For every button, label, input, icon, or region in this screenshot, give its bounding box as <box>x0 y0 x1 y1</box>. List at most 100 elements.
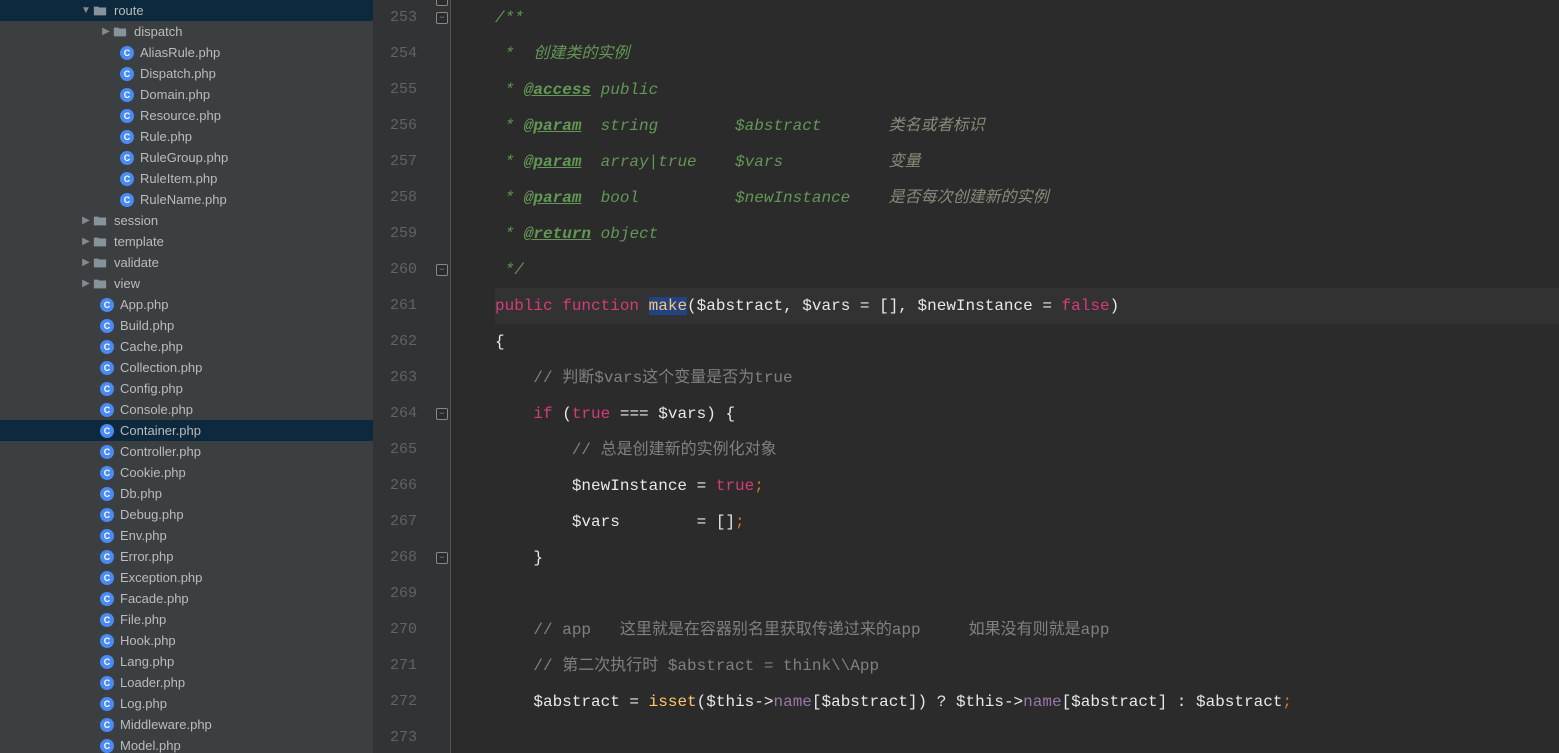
tree-file-RuleGroup.php[interactable]: CRuleGroup.php <box>0 147 373 168</box>
tree-file-Cookie.php[interactable]: CCookie.php <box>0 462 373 483</box>
code-line-253[interactable]: /** <box>495 0 1559 36</box>
tree-item-label: Error.php <box>120 549 173 564</box>
tree-file-Middleware.php[interactable]: CMiddleware.php <box>0 714 373 735</box>
line-number: 259 <box>373 216 417 252</box>
tree-item-label: Cache.php <box>120 339 183 354</box>
tree-file-Config.php[interactable]: CConfig.php <box>0 378 373 399</box>
tree-arrow-icon[interactable] <box>80 215 92 226</box>
tree-folder-view[interactable]: view <box>0 273 373 294</box>
tree-file-Resource.php[interactable]: CResource.php <box>0 105 373 126</box>
code-line-265[interactable]: // 总是创建新的实例化对象 <box>495 432 1559 468</box>
tree-file-Hook.php[interactable]: CHook.php <box>0 630 373 651</box>
code-line-264[interactable]: if (true === $vars) { <box>495 396 1559 432</box>
tree-file-Model.php[interactable]: CModel.php <box>0 735 373 753</box>
tree-item-label: Build.php <box>120 318 174 333</box>
tree-arrow-icon[interactable] <box>80 257 92 268</box>
tree-item-label: RuleName.php <box>140 192 227 207</box>
code-line-269[interactable] <box>495 576 1559 612</box>
code-line-270[interactable]: // app 这里就是在容器别名里获取传递过来的app 如果没有则就是app <box>495 612 1559 648</box>
tree-file-Lang.php[interactable]: CLang.php <box>0 651 373 672</box>
tree-item-label: validate <box>114 255 159 270</box>
tree-item-label: Facade.php <box>120 591 189 606</box>
code-area[interactable]: /** * 创建类的实例 * @access public * @param s… <box>451 0 1559 753</box>
tree-folder-route[interactable]: route <box>0 0 373 21</box>
tree-folder-validate[interactable]: validate <box>0 252 373 273</box>
code-line-268[interactable]: } <box>495 540 1559 576</box>
tree-file-Exception.php[interactable]: CException.php <box>0 567 373 588</box>
fold-marker-icon[interactable]: − <box>436 0 448 6</box>
tree-file-Controller.php[interactable]: CController.php <box>0 441 373 462</box>
tree-file-Collection.php[interactable]: CCollection.php <box>0 357 373 378</box>
line-number: 262 <box>373 324 417 360</box>
line-number: 261 <box>373 288 417 324</box>
tree-file-AliasRule.php[interactable]: CAliasRule.php <box>0 42 373 63</box>
fold-marker-icon[interactable]: − <box>436 552 448 564</box>
code-line-272[interactable]: $abstract = isset($this->name[$abstract]… <box>495 684 1559 720</box>
code-line-254[interactable]: * 创建类的实例 <box>495 36 1559 72</box>
tree-file-Facade.php[interactable]: C Facade.php <box>0 588 373 609</box>
tree-file-Env.php[interactable]: CEnv.php <box>0 525 373 546</box>
line-number: 270 <box>373 612 417 648</box>
tree-folder-session[interactable]: session <box>0 210 373 231</box>
fold-marker-icon[interactable]: − <box>436 408 448 420</box>
folder-icon <box>112 24 128 40</box>
tree-arrow-icon[interactable] <box>80 5 92 16</box>
code-line-267[interactable]: $vars = []; <box>495 504 1559 540</box>
tree-file-RuleName.php[interactable]: CRuleName.php <box>0 189 373 210</box>
code-line-262[interactable]: { <box>495 324 1559 360</box>
php-file-icon: C <box>100 592 114 606</box>
tree-folder-dispatch[interactable]: dispatch <box>0 21 373 42</box>
tree-item-label: App.php <box>120 297 168 312</box>
tree-file-Domain.php[interactable]: CDomain.php <box>0 84 373 105</box>
line-number: 254 <box>373 36 417 72</box>
line-number: 266 <box>373 468 417 504</box>
php-file-icon: C <box>100 487 114 501</box>
code-line-263[interactable]: // 判断$vars这个变量是否为true <box>495 360 1559 396</box>
tree-file-Dispatch.php[interactable]: CDispatch.php <box>0 63 373 84</box>
line-number: 256 <box>373 108 417 144</box>
project-tree-sidebar[interactable]: routedispatchCAliasRule.phpCDispatch.php… <box>0 0 373 753</box>
php-file-icon: C <box>100 424 114 438</box>
tree-arrow-icon[interactable] <box>100 26 112 37</box>
tree-file-Error.php[interactable]: CError.php <box>0 546 373 567</box>
code-line-261[interactable]: public function make($abstract, $vars = … <box>495 288 1559 324</box>
fold-marker-icon[interactable]: − <box>436 264 448 276</box>
tree-file-Cache.php[interactable]: CCache.php <box>0 336 373 357</box>
code-line-260[interactable]: */ <box>495 252 1559 288</box>
line-number: 253 <box>373 0 417 36</box>
tree-arrow-icon[interactable] <box>80 278 92 289</box>
tree-file-Console.php[interactable]: CConsole.php <box>0 399 373 420</box>
tree-file-File.php[interactable]: CFile.php <box>0 609 373 630</box>
tree-file-RuleItem.php[interactable]: CRuleItem.php <box>0 168 373 189</box>
line-number: 272 <box>373 684 417 720</box>
tree-file-Container.php[interactable]: CContainer.php <box>0 420 373 441</box>
tree-file-Debug.php[interactable]: CDebug.php <box>0 504 373 525</box>
tree-folder-template[interactable]: template <box>0 231 373 252</box>
tree-item-label: Console.php <box>120 402 193 417</box>
fold-marker-icon[interactable]: − <box>436 12 448 24</box>
code-line-273[interactable] <box>495 720 1559 753</box>
folder-icon <box>92 234 108 250</box>
code-line-266[interactable]: $newInstance = true; <box>495 468 1559 504</box>
code-line-257[interactable]: * @param array|true $vars 变量 <box>495 144 1559 180</box>
tree-file-Rule.php[interactable]: CRule.php <box>0 126 373 147</box>
tree-item-label: RuleItem.php <box>140 171 217 186</box>
tree-file-Build.php[interactable]: CBuild.php <box>0 315 373 336</box>
code-line-271[interactable]: // 第二次执行时 $abstract = think\\App <box>495 648 1559 684</box>
tree-item-label: Resource.php <box>140 108 221 123</box>
tree-arrow-icon[interactable] <box>80 236 92 247</box>
folder-icon <box>92 255 108 271</box>
tree-file-Loader.php[interactable]: CLoader.php <box>0 672 373 693</box>
code-line-256[interactable]: * @param string $abstract 类名或者标识 <box>495 108 1559 144</box>
php-file-icon: C <box>120 88 134 102</box>
tree-file-Db.php[interactable]: CDb.php <box>0 483 373 504</box>
php-file-icon: C <box>100 508 114 522</box>
code-editor[interactable]: 2532542552562572582592602612622632642652… <box>373 0 1559 753</box>
fold-column[interactable]: − − − − − <box>433 0 451 753</box>
code-line-258[interactable]: * @param bool $newInstance 是否每次创建新的实例 <box>495 180 1559 216</box>
code-line-259[interactable]: * @return object <box>495 216 1559 252</box>
line-number: 265 <box>373 432 417 468</box>
tree-file-Log.php[interactable]: CLog.php <box>0 693 373 714</box>
tree-file-App.php[interactable]: CApp.php <box>0 294 373 315</box>
code-line-255[interactable]: * @access public <box>495 72 1559 108</box>
